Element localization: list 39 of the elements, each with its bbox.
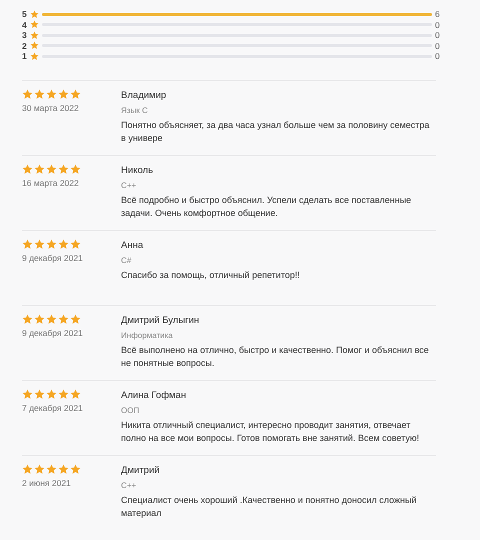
rating-label: 2 <box>22 40 28 51</box>
reviewer-name: Николь <box>121 164 154 178</box>
review-text: Понятно объясняет, за два часа узнал больше чем за половину семестра в универе <box>121 119 430 145</box>
review-subject: Язык C <box>121 105 149 117</box>
rating-label: 4 <box>22 20 28 30</box>
review-subject: C++ <box>121 180 138 192</box>
review-subject: Информатика <box>121 330 174 342</box>
rating-label: 3 <box>22 30 28 40</box>
star-icon <box>30 30 39 40</box>
star-icon <box>30 52 39 61</box>
reviewer-name: Анна <box>121 239 144 253</box>
rating-count: 6 <box>435 9 440 20</box>
reviewer-name: Дмитрий Булыгин <box>121 314 200 328</box>
star-icon <box>30 10 39 19</box>
review-date: 2 июня 2021 <box>22 478 72 488</box>
review-date: 16 марта 2022 <box>22 178 80 188</box>
review-text: Всё подробно и быстро объяснил. Успели сделать все поставленные задачи. Очень комфортное общение. <box>121 194 412 220</box>
review-date: 7 декабря 2021 <box>22 403 84 413</box>
reviewer-name: Алина Гофман <box>121 389 188 403</box>
review-date: 9 декабря 2021 <box>22 328 84 338</box>
review-text: Всё выполнено на отлично, быстро и качественно. Помог и объяснил все не понятные вопросы. <box>121 344 430 370</box>
star-icon <box>30 41 39 50</box>
review-subject: ООП <box>121 405 140 417</box>
reviewer-name: Владимир <box>121 89 168 103</box>
review-subject: C# <box>121 255 132 267</box>
rating-count: 0 <box>435 20 440 30</box>
review-date: 30 марта 2022 <box>22 103 80 113</box>
rating-count: 0 <box>435 30 440 40</box>
review-date: 9 декабря 2021 <box>22 253 84 263</box>
review-subject: C++ <box>121 480 138 492</box>
review-text: Специалист очень хороший .Качественно и понятно доносил сложный материал <box>121 494 418 520</box>
rating-count: 0 <box>435 51 440 62</box>
review-text: Никита отличный специалист, интересно проводит занятия, отвечает полно на все мои вопросы. Готов помогать вне занятий. Всем советую! <box>121 419 420 445</box>
rating-label: 1 <box>22 51 28 62</box>
rating-label: 5 <box>22 9 28 20</box>
star-icon <box>30 20 39 30</box>
review-text: Спасибо за помощь, отличный репетитор!! <box>121 269 301 282</box>
reviewer-name: Дмитрий <box>121 464 161 478</box>
rating-count: 0 <box>435 40 440 51</box>
